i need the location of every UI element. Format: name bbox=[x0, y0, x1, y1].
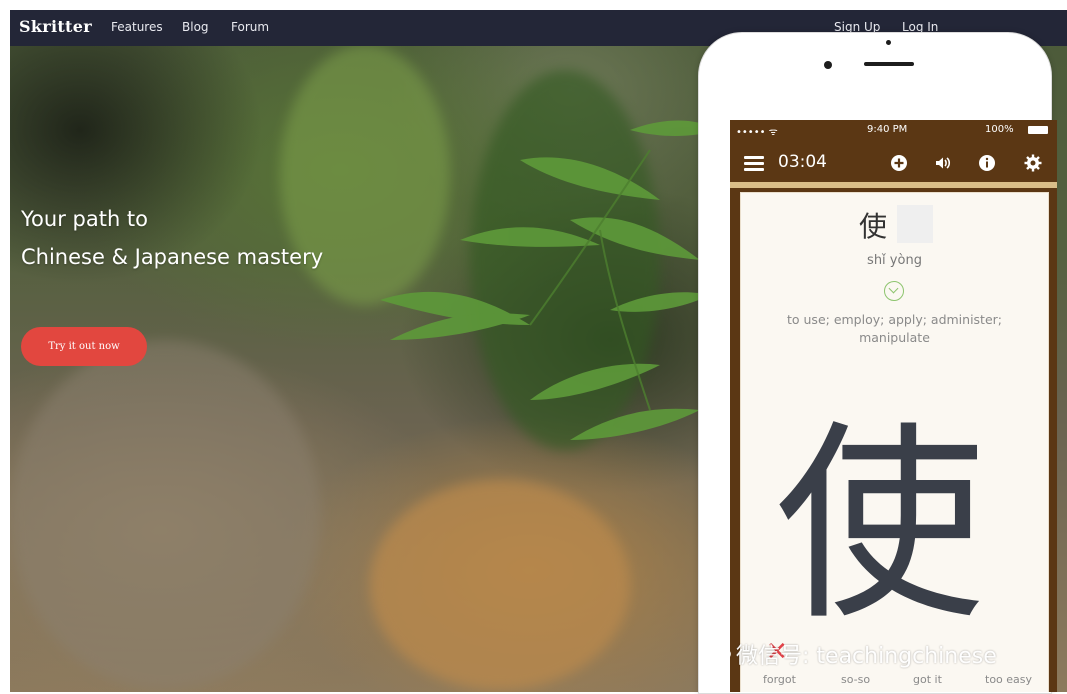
hidden-character-slot bbox=[897, 205, 933, 243]
chat-bubble-icon bbox=[708, 643, 731, 660]
volume-icon[interactable] bbox=[934, 154, 952, 172]
phone-speaker bbox=[864, 62, 914, 66]
prompt-character: 使 bbox=[859, 210, 888, 243]
grade-forgot[interactable]: forgot bbox=[763, 673, 796, 686]
nav-link-blog[interactable]: Blog bbox=[182, 20, 209, 34]
nav-link-features[interactable]: Features bbox=[111, 20, 163, 34]
nav-link-forum[interactable]: Forum bbox=[231, 20, 269, 34]
grade-got-it[interactable]: got it bbox=[913, 673, 942, 686]
grade-so-so[interactable]: so-so bbox=[841, 673, 870, 686]
pinyin-label: shǐ yòng bbox=[867, 253, 922, 268]
site-logo[interactable]: Skritter bbox=[19, 17, 92, 36]
writing-area-character[interactable]: 使 bbox=[775, 421, 985, 631]
phone-camera bbox=[824, 61, 832, 69]
gear-icon[interactable] bbox=[1024, 154, 1042, 172]
add-icon[interactable] bbox=[890, 154, 908, 172]
battery-icon bbox=[1028, 126, 1048, 134]
chevron-down-icon[interactable] bbox=[884, 281, 904, 301]
prompt-card[interactable]: 使 shǐ yòng to use; employ; apply; admini… bbox=[740, 192, 1049, 692]
app-toolbar: 03:04 bbox=[730, 142, 1057, 186]
phone-front-sensor bbox=[886, 40, 891, 45]
status-bar: ••••• ᯤ 9:40 PM 100% bbox=[730, 120, 1057, 142]
progress-strip bbox=[730, 182, 1057, 188]
info-icon[interactable] bbox=[978, 154, 996, 172]
hero-line-2: Chinese & Japanese mastery bbox=[21, 245, 324, 269]
status-time: 9:40 PM bbox=[867, 124, 908, 135]
study-timer: 03:04 bbox=[778, 152, 827, 172]
phone-screen: ••••• ᯤ 9:40 PM 100% 03:04 使 shǐ yòng to… bbox=[730, 120, 1057, 692]
grade-too-easy[interactable]: too easy bbox=[985, 673, 1032, 686]
signal-indicator: ••••• ᯤ bbox=[736, 127, 778, 138]
try-it-button[interactable]: Try it out now bbox=[21, 327, 147, 366]
hero-line-1: Your path to bbox=[21, 207, 149, 231]
watermark-text: 微信号: teachingchinese bbox=[736, 644, 997, 669]
hero-text: Your path to Chinese & Japanese mastery bbox=[21, 200, 323, 276]
battery-percent: 100% bbox=[985, 124, 1014, 135]
definition-text: to use; employ; apply; administer; manip… bbox=[786, 312, 1002, 345]
menu-icon[interactable] bbox=[744, 156, 764, 171]
